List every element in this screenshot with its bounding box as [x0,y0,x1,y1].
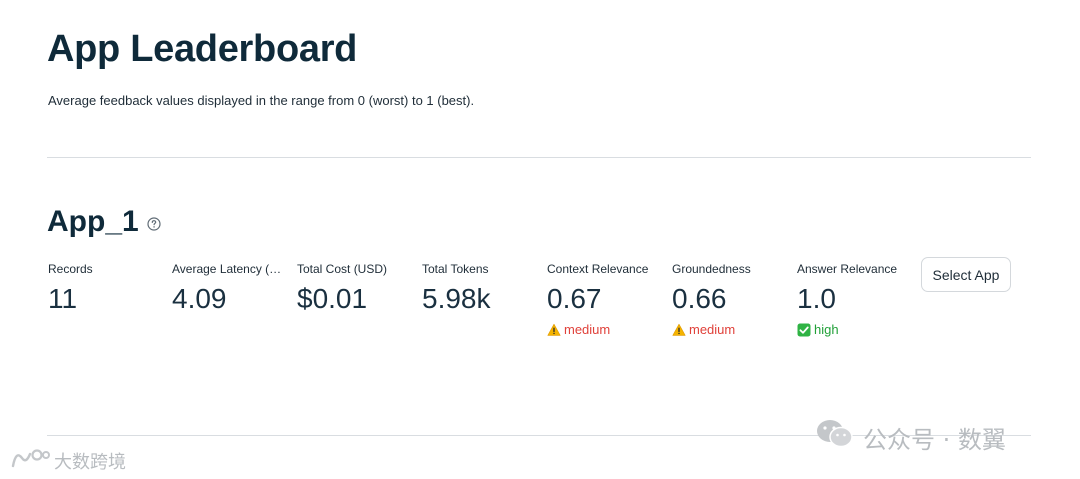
status-label: medium [689,322,736,337]
watermark-text: 公众号 · 数翼 [863,425,1006,454]
warning-icon [547,323,561,337]
page-title: App Leaderboard [47,28,358,70]
metric-label: Average Latency (… [172,262,282,276]
metric-label: Answer Relevance [797,262,898,276]
metric-average-latency: Average Latency (… 4.09 [172,261,284,316]
metric-value: 0.66 [672,283,727,314]
app-name: App_1 [47,205,139,238]
status-label: medium [564,322,611,337]
warning-icon [672,323,686,337]
metric-label: Total Cost (USD) [297,262,388,276]
metric-total-tokens: Total Tokens 5.98k [422,261,540,316]
app-header: App_1 [47,202,161,242]
status-badge: medium [547,322,665,338]
metric-value: 4.09 [172,283,227,314]
watermark-text: 大数跨境 [54,451,126,473]
brand-logo-icon [10,446,50,475]
metric-label: Records [48,262,93,276]
metric-value: 0.67 [547,283,602,314]
page-subtitle: Average feedback values displayed in the… [48,93,475,108]
question-circle-icon[interactable] [147,217,161,231]
status-badge: medium [672,322,790,338]
metric-value: $0.01 [297,283,368,314]
status-badge: high [797,322,915,338]
watermark-dashujuajing: 大数跨境 [10,446,126,475]
divider-top [47,157,1031,158]
check-box-icon [797,323,811,337]
select-app-button[interactable]: Select App [921,257,1011,292]
wechat-logo-icon [815,418,855,456]
metric-label: Groundedness [672,262,751,276]
metric-value: 1.0 [797,283,836,314]
metric-label: Context Relevance [547,262,649,276]
metric-label: Total Tokens [422,262,489,276]
metric-context-relevance: Context Relevance 0.67 medium [547,261,665,338]
metric-answer-relevance: Answer Relevance 1.0 high [797,261,915,338]
status-label: high [814,322,839,337]
metric-value: 11 [48,283,78,314]
metric-groundedness: Groundedness 0.66 medium [672,261,790,338]
metric-records: Records 11 [48,261,166,316]
metric-value: 5.98k [422,283,491,314]
metric-total-cost: Total Cost (USD) $0.01 [297,261,415,316]
watermark-wechat: 公众号 · 数翼 [815,418,1006,456]
